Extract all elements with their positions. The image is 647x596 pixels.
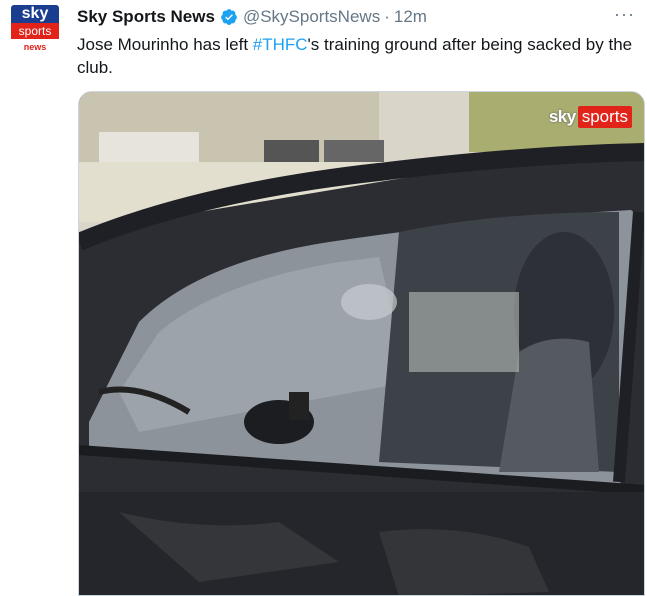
hashtag-link[interactable]: #THFC <box>253 35 308 54</box>
watermark-sports: sports <box>577 106 632 128</box>
avatar[interactable]: sky sports news <box>9 5 61 57</box>
sky-sports-watermark: sky sports <box>549 106 632 128</box>
verified-badge-icon <box>220 8 238 26</box>
avatar-news-text: news <box>23 42 47 52</box>
separator-dot: · <box>384 7 390 26</box>
display-name[interactable]: Sky Sports News <box>77 7 215 27</box>
more-options-icon[interactable]: ··· <box>614 4 635 25</box>
tweet-video[interactable]: sky sports <box>78 91 645 596</box>
user-handle[interactable]: @SkySportsNews <box>243 7 380 27</box>
tweet-text: Jose Mourinho has left #THFC's training … <box>77 33 637 79</box>
avatar-sky-text: sky <box>11 5 59 23</box>
tweet-timestamp[interactable]: 12m <box>394 7 427 27</box>
tweet-text-before: Jose Mourinho has left <box>77 35 253 54</box>
watermark-sky: sky <box>548 107 576 126</box>
tweet-header: Sky Sports News @SkySportsNews · 12m <box>77 6 427 28</box>
video-frame <box>79 92 644 595</box>
avatar-sports-text: sports <box>11 23 59 39</box>
